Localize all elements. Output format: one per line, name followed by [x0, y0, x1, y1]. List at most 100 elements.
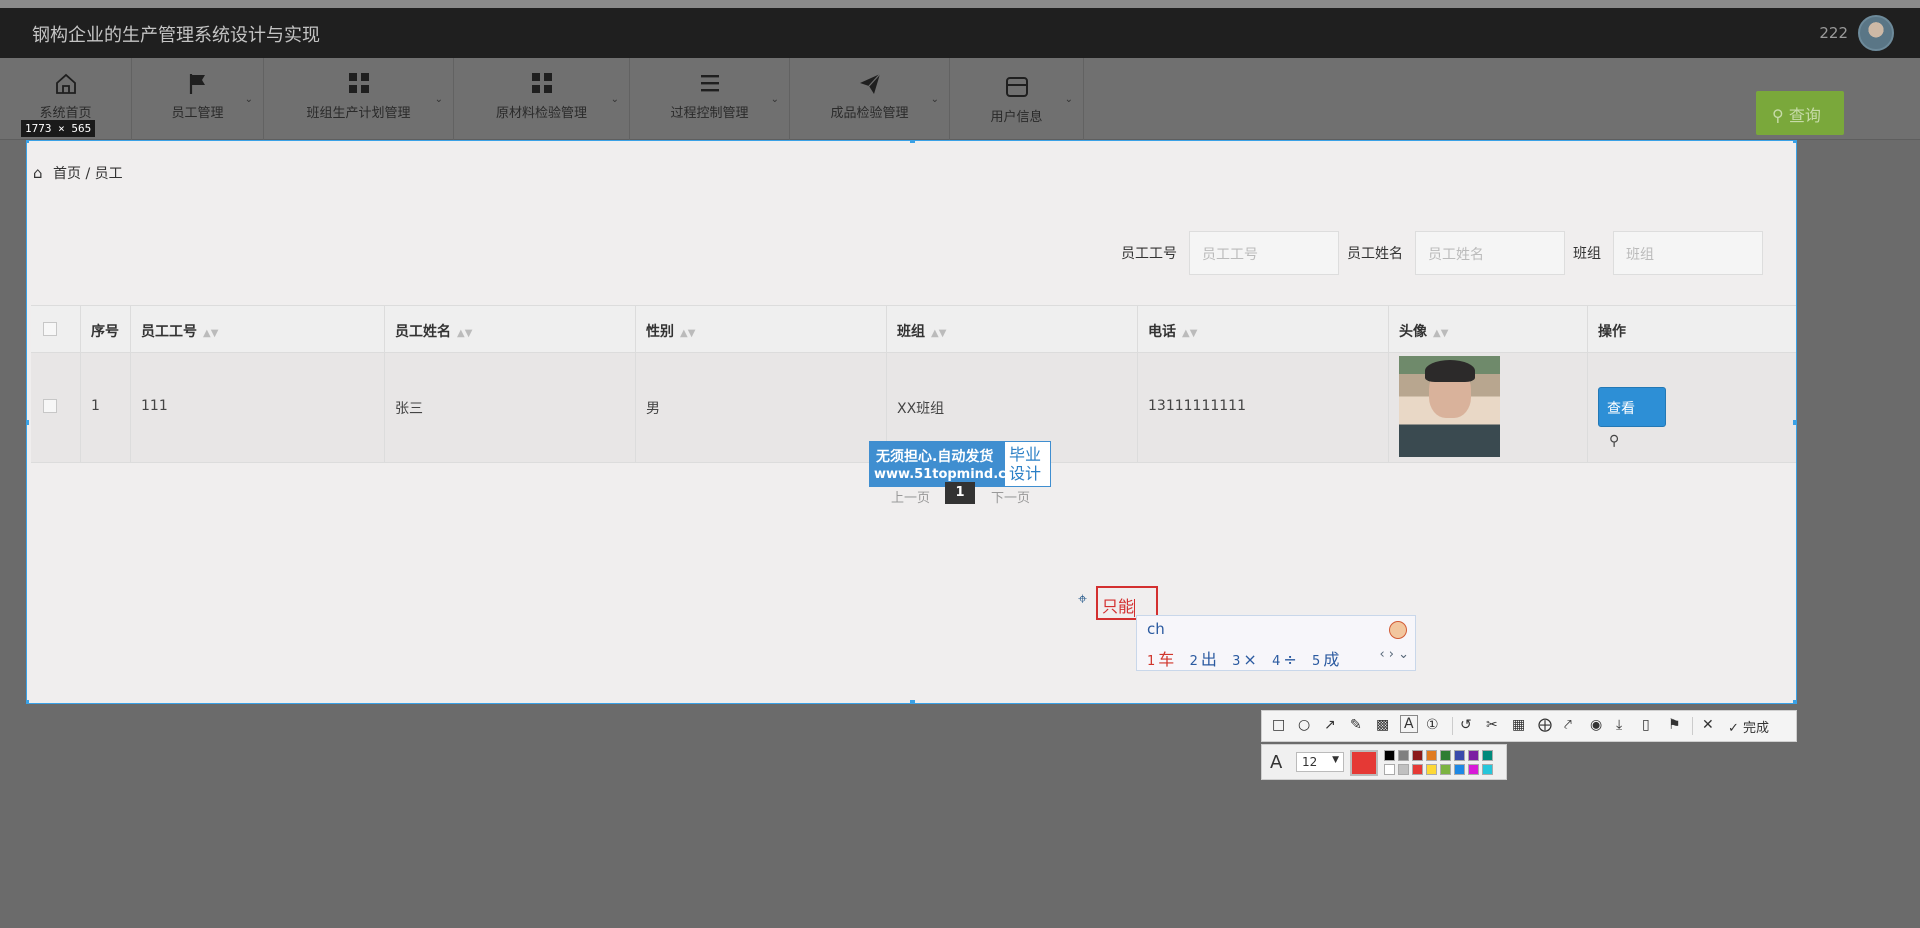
- nav-item-label: 用户信息: [990, 110, 1043, 125]
- breadcrumb-current: 员工: [94, 166, 123, 182]
- phone-icon[interactable]: ▯: [1642, 717, 1650, 733]
- pen-tool-icon[interactable]: ✎: [1350, 717, 1362, 733]
- color-swatch[interactable]: [1482, 750, 1493, 761]
- sort-icon: ▲▼: [203, 328, 219, 339]
- view-button[interactable]: ⚲ 查看: [1598, 387, 1666, 449]
- team-input[interactable]: 班组: [1613, 231, 1763, 275]
- ocr-icon[interactable]: ✂: [1486, 717, 1498, 733]
- ime-candidates: 1车 2出 3 × 4 ÷ 5成: [1147, 646, 1339, 670]
- ad-banner[interactable]: 无须担心.自动发货 www.51topmind.com 毕业设计: [869, 441, 1051, 487]
- color-swatch[interactable]: [1384, 764, 1395, 775]
- color-swatch[interactable]: [1426, 764, 1437, 775]
- ad-line2: www.51topmind.com: [874, 467, 1029, 482]
- chevron-down-icon: ⌄: [244, 94, 253, 105]
- mosaic-tool-icon[interactable]: ▩: [1376, 717, 1389, 733]
- download-icon[interactable]: ⤓: [1616, 717, 1622, 733]
- scan-icon[interactable]: ⨁: [1538, 717, 1552, 733]
- bookmark-icon[interactable]: ⚑: [1668, 717, 1681, 733]
- row-checkbox[interactable]: [43, 399, 57, 413]
- undo-icon[interactable]: ↺: [1460, 717, 1472, 733]
- ime-candidate[interactable]: 5成: [1312, 650, 1339, 669]
- nav-item-employee[interactable]: 员工管理 ⌄: [132, 58, 264, 140]
- nav-item-product-inspect[interactable]: 成品检验管理 ⌄: [790, 58, 950, 140]
- resize-handle[interactable]: [27, 141, 29, 143]
- column-header-sortable[interactable]: 员工工号 ▲▼: [131, 306, 385, 352]
- color-swatch[interactable]: [1440, 750, 1451, 761]
- color-swatch[interactable]: [1398, 764, 1409, 775]
- ime-candidate[interactable]: 3 ×: [1232, 650, 1257, 669]
- arrow-tool-icon[interactable]: ↗: [1324, 717, 1336, 733]
- font-icon: A: [1270, 752, 1283, 773]
- resize-handle[interactable]: [1793, 420, 1796, 425]
- color-swatch[interactable]: [1412, 764, 1423, 775]
- column-header-sortable[interactable]: 员工姓名 ▲▼: [385, 306, 636, 352]
- resize-handle[interactable]: [27, 700, 29, 703]
- close-icon[interactable]: ✕: [1702, 717, 1714, 733]
- sort-icon: ▲▼: [457, 328, 473, 339]
- resize-handle[interactable]: [1793, 700, 1796, 703]
- current-page[interactable]: 1: [945, 482, 975, 504]
- rectangle-tool-icon[interactable]: □: [1272, 717, 1285, 733]
- nav-item-team-plan[interactable]: 班组生产计划管理 ⌄: [264, 58, 454, 140]
- color-swatch[interactable]: [1468, 750, 1479, 761]
- column-header: 员工姓名: [395, 324, 451, 340]
- cell-team: XX班组: [897, 401, 945, 417]
- column-header-sortable[interactable]: 班组 ▲▼: [887, 306, 1138, 352]
- ime-candidate[interactable]: 4 ÷: [1272, 650, 1297, 669]
- resize-handle[interactable]: [910, 141, 915, 143]
- color-swatch[interactable]: [1440, 764, 1451, 775]
- pin-icon[interactable]: ⤤: [1564, 717, 1572, 733]
- team-label: 班组: [1573, 246, 1601, 262]
- resize-handle[interactable]: [27, 420, 29, 425]
- emoji-icon[interactable]: [1389, 621, 1407, 639]
- chevron-down-icon: ⌄: [930, 94, 939, 105]
- cell-gender: 男: [646, 401, 660, 417]
- username[interactable]: 222: [1819, 24, 1848, 42]
- emp-name-input[interactable]: 员工姓名: [1415, 231, 1565, 275]
- emp-no-input[interactable]: 员工工号: [1189, 231, 1339, 275]
- column-header-sortable[interactable]: 头像 ▲▼: [1389, 306, 1588, 352]
- column-header: 员工工号: [141, 324, 197, 340]
- select-all-checkbox[interactable]: [43, 322, 57, 336]
- ime-candidate[interactable]: 2出: [1190, 650, 1217, 669]
- color-swatch[interactable]: [1426, 750, 1437, 761]
- color-swatch[interactable]: [1482, 764, 1493, 775]
- user-avatar[interactable]: [1858, 15, 1894, 51]
- nav-item-user-info[interactable]: 用户信息 ⌄: [950, 58, 1084, 140]
- ellipse-tool-icon[interactable]: ○: [1298, 717, 1310, 733]
- color-swatch[interactable]: [1468, 764, 1479, 775]
- resize-handle[interactable]: [910, 700, 915, 703]
- grid-icon: [347, 72, 371, 96]
- color-swatch[interactable]: [1454, 750, 1465, 761]
- record-icon[interactable]: ◉: [1590, 717, 1602, 733]
- ime-candidate[interactable]: 1车: [1147, 650, 1174, 669]
- list-icon: [698, 72, 722, 96]
- nav-item-process-control[interactable]: 过程控制管理 ⌄: [630, 58, 790, 140]
- query-button[interactable]: ⚲ 查询: [1756, 91, 1844, 135]
- column-header-sortable[interactable]: 性别 ▲▼: [636, 306, 887, 352]
- ad-line1: 无须担心.自动发货: [876, 449, 994, 465]
- cell-name: 张三: [395, 401, 423, 417]
- sort-icon: ▲▼: [1182, 328, 1198, 339]
- text-tool-icon[interactable]: A: [1400, 715, 1418, 733]
- next-page-button[interactable]: 下一页: [991, 487, 1030, 506]
- resize-handle[interactable]: [1793, 141, 1796, 143]
- text-style-toolbar: A 12 ▼: [1261, 744, 1507, 780]
- number-tool-icon[interactable]: ①: [1426, 717, 1439, 733]
- done-button[interactable]: ✓ 完成: [1728, 717, 1769, 736]
- nav-item-material-inspect[interactable]: 原材料检验管理 ⌄: [454, 58, 630, 140]
- prev-page-button[interactable]: 上一页: [891, 487, 930, 506]
- grid-icon: [530, 72, 554, 96]
- color-swatch[interactable]: [1454, 764, 1465, 775]
- translate-icon[interactable]: ▦: [1512, 717, 1525, 733]
- capture-selection[interactable]: ⌂ 首页 / 员工 员工工号 员工工号 员工姓名 员工姓名 班组 班组 序号 员…: [26, 140, 1797, 704]
- breadcrumb-home[interactable]: 首页: [53, 166, 81, 182]
- color-swatch[interactable]: [1412, 750, 1423, 761]
- color-swatch[interactable]: [1384, 750, 1395, 761]
- column-header-sortable[interactable]: 电话 ▲▼: [1138, 306, 1389, 352]
- color-swatch[interactable]: [1398, 750, 1409, 761]
- current-color-swatch[interactable]: [1350, 750, 1378, 776]
- ime-candidate-window[interactable]: ch 1车 2出 3 × 4 ÷ 5成 ‹ › ⌄: [1136, 615, 1416, 671]
- ime-page-nav[interactable]: ‹ › ⌄: [1379, 647, 1409, 662]
- font-size-select[interactable]: 12 ▼: [1296, 752, 1344, 772]
